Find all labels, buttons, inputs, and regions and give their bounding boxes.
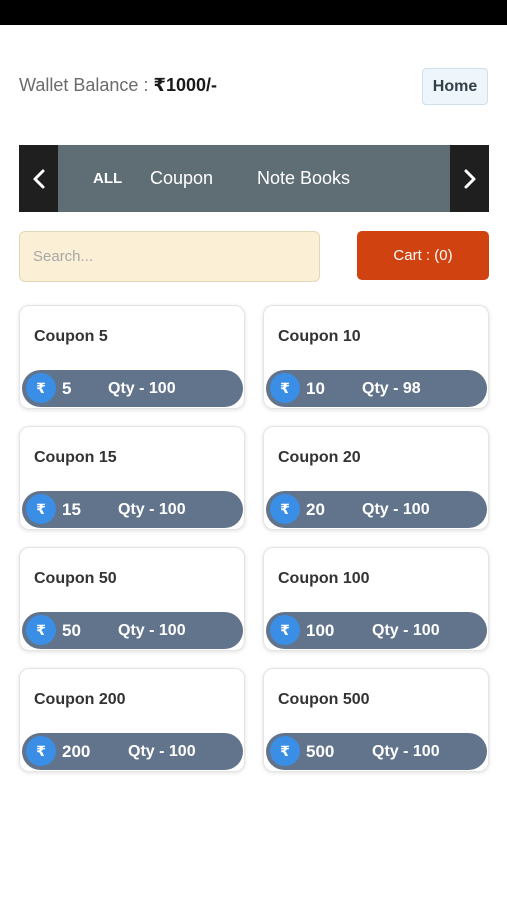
product-title: Coupon 15 (34, 449, 117, 466)
tab-note-books[interactable]: Note Books (257, 145, 350, 212)
tab-coupon[interactable]: Coupon (150, 145, 213, 212)
category-bar: ALL Coupon Note Books (19, 145, 489, 212)
product-price: 10 (306, 378, 325, 398)
product-qty: Qty - 100 (128, 742, 196, 760)
product-price: 15 (62, 499, 81, 519)
product-qty: Qty - 100 (372, 621, 440, 639)
product-title: Coupon 200 (34, 691, 126, 708)
product-card[interactable]: Coupon 500 ₹ 500 Qty - 100 (263, 668, 489, 772)
product-title: Coupon 500 (278, 691, 370, 708)
product-qty: Qty - 100 (108, 379, 176, 397)
rupee-icon: ₹ (26, 494, 56, 524)
product-card[interactable]: Coupon 200 ₹ 200 Qty - 100 (19, 668, 245, 772)
product-card[interactable]: Coupon 20 ₹ 20 Qty - 100 (263, 426, 489, 530)
rupee-icon: ₹ (26, 373, 56, 403)
product-price: 200 (62, 741, 91, 761)
rupee-icon: ₹ (270, 494, 300, 524)
wallet-label: Wallet Balance : (19, 75, 149, 95)
product-qty: Qty - 100 (362, 500, 430, 518)
scroll-right-button[interactable] (450, 145, 489, 212)
product-card[interactable]: Coupon 50 ₹ 50 Qty - 100 (19, 547, 245, 651)
product-info-bar: ₹ 10 Qty - 98 (266, 370, 487, 407)
product-qty: Qty - 100 (372, 742, 440, 760)
rupee-icon: ₹ (270, 373, 300, 403)
product-qty: Qty - 98 (362, 379, 421, 397)
product-title: Coupon 10 (278, 328, 361, 345)
product-price: 5 (62, 378, 72, 398)
chevron-right-icon (464, 169, 475, 188)
scroll-left-button[interactable] (19, 145, 58, 212)
tab-all[interactable]: ALL (93, 145, 122, 212)
search-input[interactable] (19, 231, 320, 282)
product-card[interactable]: Coupon 10 ₹ 10 Qty - 98 (263, 305, 489, 409)
rupee-icon: ₹ (270, 736, 300, 766)
product-title: Coupon 50 (34, 570, 117, 587)
product-price: 500 (306, 741, 335, 761)
product-info-bar: ₹ 5 Qty - 100 (22, 370, 243, 407)
product-title: Coupon 20 (278, 449, 361, 466)
product-info-bar: ₹ 20 Qty - 100 (266, 491, 487, 528)
product-qty: Qty - 100 (118, 500, 186, 518)
product-info-bar: ₹ 200 Qty - 100 (22, 733, 243, 770)
product-price: 100 (306, 620, 335, 640)
wallet-amount: ₹1000/- (153, 75, 217, 95)
cart-button[interactable]: Cart : (0) (357, 231, 489, 280)
product-qty: Qty - 100 (118, 621, 186, 639)
product-card[interactable]: Coupon 5 ₹ 5 Qty - 100 (19, 305, 245, 409)
chevron-left-icon (33, 169, 44, 188)
product-info-bar: ₹ 100 Qty - 100 (266, 612, 487, 649)
rupee-icon: ₹ (26, 615, 56, 645)
home-button[interactable]: Home (422, 68, 488, 105)
product-info-bar: ₹ 15 Qty - 100 (22, 491, 243, 528)
product-card[interactable]: Coupon 100 ₹ 100 Qty - 100 (263, 547, 489, 651)
product-title: Coupon 5 (34, 328, 108, 345)
wallet-balance: Wallet Balance : ₹1000/- (19, 75, 217, 96)
product-price: 50 (62, 620, 81, 640)
product-price: 20 (306, 499, 325, 519)
status-bar (0, 0, 507, 25)
product-title: Coupon 100 (278, 570, 370, 587)
rupee-icon: ₹ (270, 615, 300, 645)
rupee-icon: ₹ (26, 736, 56, 766)
product-info-bar: ₹ 50 Qty - 100 (22, 612, 243, 649)
product-info-bar: ₹ 500 Qty - 100 (266, 733, 487, 770)
product-card[interactable]: Coupon 15 ₹ 15 Qty - 100 (19, 426, 245, 530)
